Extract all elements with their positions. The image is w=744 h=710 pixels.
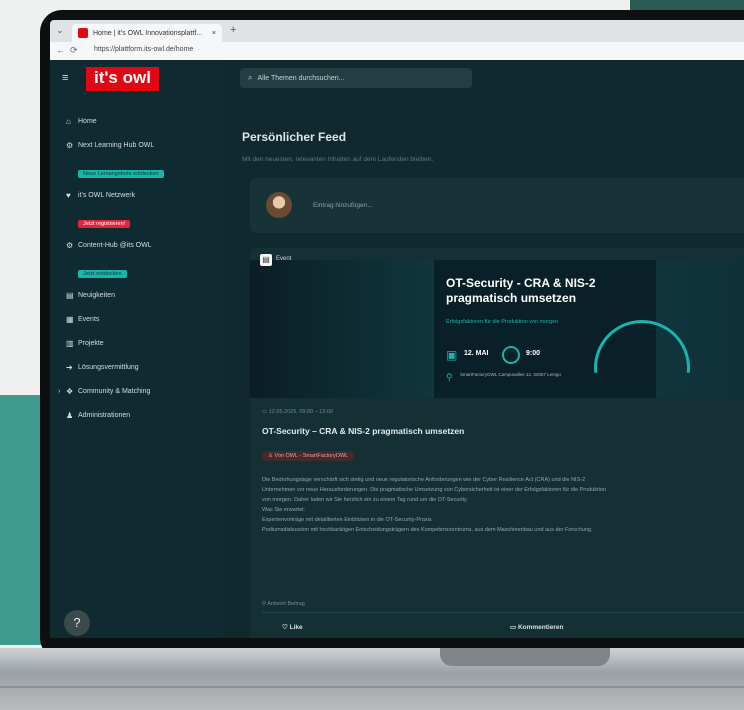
sidebar-item-label: Events — [78, 315, 100, 323]
url-input[interactable]: https://plattform.its-owl.de/home — [94, 46, 193, 53]
author-tag-text: Von OWL - SmartFactoryOWL — [274, 453, 349, 459]
event-type-icon: ▤ — [260, 254, 272, 266]
body-line: Die Bedrohungslage verschärft sich steti… — [262, 477, 586, 483]
sidebar-item-label: Community & Matching — [78, 387, 151, 395]
answer-text: Antwort Beitrag — [267, 601, 305, 607]
laptop-screen: ⌄ Home | it's OWL Innovationsplattf... ×… — [50, 20, 744, 638]
sidebar-item-admin[interactable]: ♟ Administrationen — [66, 408, 216, 422]
calendar-small-icon: ▭ — [262, 409, 269, 415]
card-body: Die Bedrohungslage verschärft sich steti… — [262, 475, 744, 535]
sidebar-item-news[interactable]: ▤ Neuigkeiten — [66, 288, 216, 302]
sidebar: ≡ it's owl ⌂ Home ⚙ Next Learning Hub OW… — [50, 60, 222, 638]
body-line: Was Sie erwartet: — [262, 507, 306, 513]
browser-tab[interactable]: Home | it's OWL Innovationsplattf... × — [72, 24, 222, 42]
comment-label: Kommentieren — [517, 624, 564, 631]
tab-menu-icon[interactable]: ⌄ — [56, 25, 64, 36]
event-banner[interactable]: OT-Security - CRA & NIS-2 pragmatisch um… — [250, 260, 744, 398]
like-button[interactable]: ♡ Like — [282, 623, 303, 631]
sidebar-item-events[interactable]: ▦ Events — [66, 312, 216, 326]
heart-outline-icon: ♡ — [282, 624, 290, 631]
new-post-box[interactable]: Eintrag hinzufügen... — [250, 178, 744, 233]
comment-button[interactable]: ▭ Kommentieren — [510, 623, 563, 631]
body-line: Unternehmen vor neue Herausforderungen. … — [262, 487, 606, 493]
banner-subtitle: Erfolgsfaktoren für die Produktion von m… — [446, 319, 559, 325]
body-line: Podiumsdiskussion mit hochkarätigen Ents… — [262, 527, 591, 533]
favicon-icon — [78, 28, 88, 38]
shield-graphic — [594, 320, 690, 373]
tab-close-icon[interactable]: × — [212, 30, 216, 37]
sidebar-item-content-hub[interactable]: ⚙ Content-Hub @its OWL — [66, 238, 216, 252]
app: ≡ it's owl ⌂ Home ⚙ Next Learning Hub OW… — [50, 60, 744, 638]
search-placeholder: Alle Themen durchsuchen... — [257, 74, 345, 82]
card-title[interactable]: OT-Security – CRA & NIS-2 pragmatisch um… — [262, 426, 464, 436]
event-datetime: ▭ 12.05.2025, 09:00 – 13:00 — [262, 409, 333, 415]
comment-icon: ▭ — [510, 624, 518, 631]
gear-icon: ⚙ — [66, 240, 74, 250]
banner-time: 9:00 — [526, 350, 541, 357]
body-line: von morgen. Daher laden wir Sie herzlich… — [262, 497, 468, 503]
admin-icon: ♟ — [66, 410, 74, 420]
address-bar: ←⟳ https://plattform.its-owl.de/home — [50, 42, 744, 61]
clock-icon — [502, 346, 520, 364]
answer-link[interactable]: ⚲ Antwort Beitrag — [262, 601, 305, 607]
sidebar-item-label: Lösungsvermittlung — [78, 363, 139, 371]
page-subtitle: Mit den neuesten, relevanten Inhalten au… — [242, 156, 434, 163]
laptop-base — [0, 648, 744, 710]
sidebar-item-label: Content-Hub @its OWL — [78, 241, 152, 249]
sidebar-item-label: Administrationen — [78, 411, 131, 419]
feed-card: OT-Security - CRA & NIS-2 pragmatisch um… — [250, 248, 744, 638]
content-hub-badge[interactable]: Jetzt entdecken — [78, 270, 127, 278]
banner-date: 12. MAI — [464, 350, 489, 357]
learning-hub-badge[interactable]: Neue Lernangebote entdecken — [78, 170, 164, 178]
home-icon: ⌂ — [66, 116, 71, 126]
sidebar-nav: ⌂ Home ⚙ Next Learning Hub OWL Neue Lern… — [58, 114, 216, 432]
sidebar-item-label: Projekte — [78, 339, 104, 347]
sidebar-item-learning-hub[interactable]: ⚙ Next Learning Hub OWL — [66, 138, 216, 152]
menu-icon[interactable]: ≡ — [62, 72, 68, 84]
sidebar-item-projects[interactable]: ▥ Projekte — [66, 336, 216, 350]
sidebar-item-solutions[interactable]: ➔ Lösungsvermittlung — [66, 360, 216, 374]
post-input[interactable]: Eintrag hinzufügen... — [313, 202, 373, 209]
page-title: Persönlicher Feed — [242, 130, 347, 144]
chevron-right-icon[interactable]: › — [58, 388, 60, 395]
solutions-icon: ➔ — [66, 362, 73, 372]
heart-icon: ♥ — [66, 190, 71, 200]
banner-location: SmartFactoryOWL Campusallee 12, 32657 Le… — [460, 372, 561, 377]
laptop-base-line — [0, 686, 744, 688]
sidebar-item-label: it's OWL Netzwerk — [78, 191, 136, 199]
calendar-icon: ▣ — [446, 348, 458, 362]
help-button[interactable]: ? — [64, 610, 90, 636]
body-line: Expertenvorträge mit detaillierten Einbl… — [262, 517, 432, 523]
search-icon: ⌕ — [248, 73, 253, 82]
event-type-label: Event — [276, 256, 292, 262]
location-pin-icon: ⚲ — [446, 372, 453, 382]
sidebar-item-label: Neuigkeiten — [78, 291, 115, 299]
sidebar-item-community[interactable]: › ❖ Community & Matching — [58, 384, 216, 398]
logo[interactable]: it's owl — [86, 67, 159, 91]
network-badge[interactable]: Jetzt registrieren! — [78, 220, 131, 228]
sidebar-item-label: Home — [78, 117, 97, 125]
sidebar-item-network[interactable]: ♥ it's OWL Netzwerk — [66, 188, 216, 202]
tab-title: Home | it's OWL Innovationsplattf... — [93, 29, 203, 37]
avatar — [266, 192, 292, 218]
like-label: Like — [289, 624, 303, 631]
sidebar-item-label: Next Learning Hub OWL — [78, 141, 155, 149]
banner-title: OT-Security - CRA & NIS-2 pragmatisch um… — [446, 276, 596, 305]
community-icon: ❖ — [66, 386, 74, 396]
calendar-icon: ▦ — [66, 314, 74, 324]
gear-icon: ⚙ — [66, 140, 74, 150]
event-datetime-text: 12.05.2025, 09:00 – 13:00 — [268, 409, 333, 415]
search-input[interactable]: ⌕ Alle Themen durchsuchen... — [240, 68, 472, 88]
author-tag[interactable]: ♙ Von OWL - SmartFactoryOWL — [262, 451, 355, 461]
nav-controls[interactable]: ←⟳ — [56, 45, 83, 56]
card-divider — [262, 612, 744, 613]
browser-tabbar: ⌄ Home | it's OWL Innovationsplattf... ×… — [50, 20, 744, 42]
new-tab-button[interactable]: + — [230, 24, 236, 36]
projects-icon: ▥ — [66, 338, 74, 348]
sidebar-item-home[interactable]: ⌂ Home — [66, 114, 216, 128]
laptop-notch — [440, 648, 610, 666]
news-icon: ▤ — [66, 290, 74, 300]
event-banner-panel: OT-Security - CRA & NIS-2 pragmatisch um… — [434, 260, 690, 398]
